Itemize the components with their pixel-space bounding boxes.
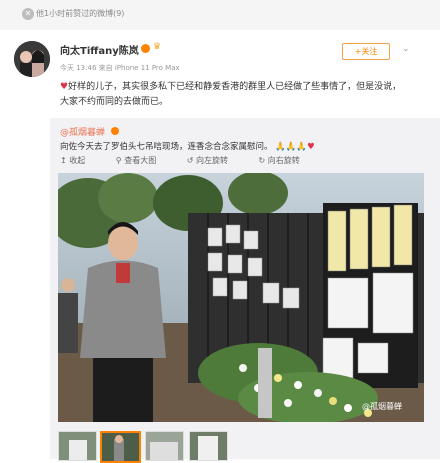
collapse-button[interactable]: ↥ 收起 [60, 156, 99, 165]
photo-watermark: @孤烟暮蝉 [362, 402, 402, 411]
thumbnail[interactable] [189, 431, 228, 461]
thumbnail[interactable] [145, 431, 184, 461]
main-photo[interactable]: @孤烟暮蝉 [58, 173, 424, 422]
avatar[interactable] [14, 41, 50, 77]
thumbnail-selected[interactable] [100, 431, 141, 463]
verified-icon [141, 44, 150, 53]
image-tools: ↥ 收起 ⚲ 查看大图 ↺ 向左旋转 ↻ 向右旋转 [60, 155, 328, 166]
recommend-bar[interactable]: ✕ 他1小时前赞过的微博(9) [0, 0, 440, 30]
post-meta: 今天 13:46 来自 iPhone 11 Pro Max [60, 64, 180, 72]
repost-card: @孤烟暮蝉 向佐今天去了罗伯头七吊唁现场，连香念合念家属慰问。 🙏🙏🙏♥ ↥ 收… [50, 118, 440, 463]
pray-icons: 🙏🙏🙏 [275, 142, 307, 152]
repost-author[interactable]: @孤烟暮蝉 [60, 125, 119, 138]
thumbnail[interactable] [58, 431, 97, 461]
view-large-button[interactable]: ⚲ 查看大图 [116, 156, 170, 165]
rotate-right-button[interactable]: ↻ 向右旋转 [259, 156, 314, 165]
recommend-icon: ✕ [22, 8, 34, 20]
recommend-text[interactable]: 他1小时前赞过的微博(9) [36, 8, 124, 19]
author-name[interactable]: 向太Tiffany陈岚 [60, 42, 139, 57]
crown-icon: ♛ [153, 42, 162, 52]
chevron-down-icon[interactable]: ⌄ [402, 44, 410, 54]
heart-icon: ♥ [60, 82, 69, 92]
repost-text: 向佐今天去了罗伯头七吊唁现场，连香念合念家属慰问。 🙏🙏🙏♥ [60, 142, 315, 152]
post-text: ♥好样的儿子，其实很多私下已经和静爱香港的群里人已经做了些事情了，但是没说，大家… [60, 82, 402, 107]
verified-icon [110, 127, 119, 135]
follow-button[interactable]: +关注 [342, 43, 390, 60]
rotate-left-button[interactable]: ↺ 向左旋转 [187, 156, 242, 165]
heart-icon: ♥ [306, 142, 315, 152]
